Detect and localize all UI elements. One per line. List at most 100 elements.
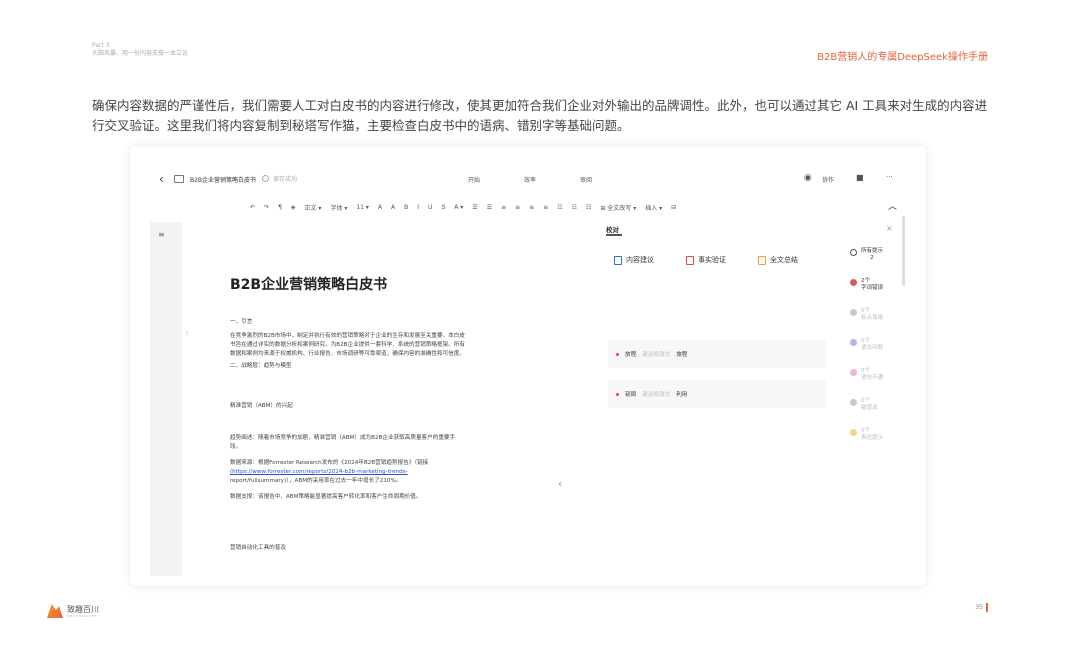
issue-original: 韧周 [625, 392, 637, 398]
doc-line: 数据支撑：该报告中，ABM策略能显著提高客户转化率和客户生命周期价值。 [230, 494, 422, 500]
collapse-toolbar-icon[interactable]: ︿ [888, 199, 897, 212]
issue-fix: 旅程 [676, 352, 688, 358]
issue-fix: 利用 [676, 392, 688, 398]
cloud-saved-icon [262, 175, 269, 182]
toolbar-item[interactable]: ⊞ 全文改写 ▾ [600, 203, 636, 212]
section-label: Part 3 头脑风暴、用一份内容支撑一本立论 [92, 42, 188, 58]
category-count: 0个 [861, 398, 870, 404]
toolbar-item[interactable]: 正文 ▾ [305, 203, 322, 212]
part-label: Part 3 [92, 42, 110, 49]
collab-button[interactable]: 协作 [822, 175, 834, 184]
category-sensitive[interactable]: 0个 敏感词 [850, 398, 878, 412]
issue-hint: 建议修改为 [642, 392, 671, 398]
back-chevron-icon[interactable]: ‹ [159, 172, 164, 186]
check-dot-icon [850, 309, 857, 316]
category-label: 表达提示 [861, 435, 884, 441]
toolbar-item[interactable]: ≡ [529, 204, 534, 211]
category-punctuation[interactable]: 0个 标点误用 [850, 308, 883, 322]
collapse-panel-icon[interactable]: ‹ [558, 479, 562, 490]
outline-menu-icon[interactable]: ≡ [158, 230, 165, 239]
page-accent-bar [986, 603, 988, 612]
doc-line: report/fullsummary)），ABM的采用率在过去一年中增长了210… [230, 478, 402, 484]
radio-icon [850, 249, 857, 256]
close-icon[interactable]: × [886, 224, 893, 233]
more-button[interactable]: ··· [886, 173, 893, 181]
part-subtitle: 头脑风暴、用一份内容支撑一本立论 [92, 50, 189, 57]
doc-line: 二、战略层：趋势与模型 [230, 363, 292, 369]
toolbar-item[interactable]: ☰ [487, 204, 492, 211]
category-title: 所有提示 [861, 248, 884, 254]
toolbar-item[interactable]: ◈ [291, 204, 296, 211]
document-page[interactable]: B2B企业营销策略白皮书 一、引言 在竞争激烈的B2B市场中，制定并执行有效的营… [182, 222, 572, 576]
issue-item[interactable]: 韧周 建议修改为 利用 [608, 380, 826, 408]
error-dot-icon [850, 279, 857, 286]
check-dot-icon [850, 429, 857, 436]
brand-logo: 致趣百川 BEYONDSOFT [47, 604, 99, 618]
category-count: 2 [870, 255, 874, 261]
tab-proofread[interactable]: 校对 [606, 224, 619, 234]
category-all[interactable]: 所有提示 2 [850, 248, 883, 262]
toolbar-item[interactable]: A [378, 204, 382, 211]
toolbar-item[interactable]: I [417, 204, 419, 211]
page-number-text: 35 [975, 604, 983, 611]
toolbar-item[interactable]: ↶ [250, 204, 255, 211]
category-fluency[interactable]: 0个 语句不通 [850, 368, 883, 382]
avatar-icon[interactable]: ◉ [804, 173, 812, 183]
document-title: B2B企业营销策略白皮书 [230, 277, 388, 293]
menu-start[interactable]: 开始 [468, 175, 480, 184]
category-count: 0个 [861, 428, 870, 434]
toolbar-item[interactable]: ☰ [472, 204, 477, 211]
folder-icon[interactable] [174, 175, 184, 183]
toolbar-item[interactable]: U [428, 204, 432, 211]
toolbar-item[interactable]: ↷ [264, 204, 269, 211]
toolbar-item[interactable]: B [404, 204, 408, 211]
category-spelling[interactable]: 2个 字词错误 [850, 278, 883, 292]
doc-name[interactable]: B2B企业营销策略白皮书 [190, 175, 256, 184]
editor-window: ‹ B2B企业营销策略白皮书 保存成功 开始 效率 审阅 ◉ 协作 ■ ··· … [150, 166, 906, 576]
toolbar-item[interactable]: A [391, 204, 395, 211]
error-dot-icon [616, 352, 619, 356]
doc-line: 段。 [230, 444, 242, 450]
page: Part 3 头脑风暴、用一份内容支撑一本立论 B2B营销人的专属DeepSee… [0, 0, 1080, 664]
summary-button[interactable]: 全文总结 [758, 254, 798, 266]
button-label: 全文总结 [770, 256, 798, 264]
category-label: 标点误用 [861, 315, 884, 321]
category-label: 语句不通 [861, 375, 884, 381]
category-grammar[interactable]: 0个 语法问题 [850, 338, 883, 352]
toolbar-item[interactable]: 字体 ▾ [330, 203, 347, 212]
menu-review[interactable]: 审阅 [580, 175, 592, 184]
toolbar-item[interactable]: 11 ▾ [356, 204, 369, 211]
category-count: 0个 [861, 308, 870, 314]
document-icon [614, 255, 622, 265]
error-dot-icon [616, 392, 619, 396]
paragraph-handle-icon[interactable]: ⁞ [186, 330, 188, 337]
doc-link[interactable]: (https://www.forrester.com/reports/2024-… [230, 468, 560, 477]
category-expression[interactable]: 0个 表达提示 [850, 428, 883, 442]
doc-line: 营销自动化工具的普及 [230, 545, 286, 551]
issue-item[interactable]: 放程 建议修改为 旅程 [608, 340, 826, 368]
toolbar-item[interactable]: ≡ [543, 204, 548, 211]
verify-icon [686, 255, 694, 265]
toolbar-item[interactable]: ≡ [515, 204, 520, 211]
toolbar-item[interactable]: ☷ [557, 204, 562, 211]
format-toolbar: ↶ ↷ ¶ ◈ 正文 ▾ 字体 ▾ 11 ▾ A A B I U S A ▾ ☰ ☰ ≡ ≡ ≡ ≡ ☷ ☷ ☷ ⊞ 全文改写… [250, 200, 870, 214]
issue-hint: 建议修改为 [642, 352, 671, 358]
toolbar-item[interactable]: S [441, 204, 445, 211]
toolbar-item[interactable]: A ▾ [454, 204, 463, 211]
toolbar-item[interactable]: ☷ [572, 204, 577, 211]
toolbar-item[interactable]: 插入 ▾ [645, 203, 662, 212]
content-suggest-button[interactable]: 内容建议 [614, 254, 654, 266]
toolbar-item[interactable]: ⊟ [671, 204, 676, 211]
doc-line: 书旨在通过详实的数据分析和案例研究，为B2B企业提供一套科学、系统的营销策略框架… [230, 342, 465, 348]
panel-scrollbar[interactable] [902, 216, 905, 286]
menu-efficiency[interactable]: 效率 [524, 175, 536, 184]
toolbar-item[interactable]: ≡ [501, 204, 506, 211]
fact-check-button[interactable]: 事实验证 [686, 254, 726, 266]
toolbar-item[interactable]: ☷ [586, 204, 591, 211]
toolbar-item[interactable]: ¶ [278, 204, 282, 211]
doc-line: 数据来源：根据Forrester Research发布的《2024年B2B营销趋… [230, 460, 429, 466]
grid-apps-icon[interactable]: ■ [856, 173, 864, 182]
category-count: 0个 [861, 338, 870, 344]
tab-indicator [606, 234, 622, 236]
check-dot-icon [850, 369, 857, 376]
